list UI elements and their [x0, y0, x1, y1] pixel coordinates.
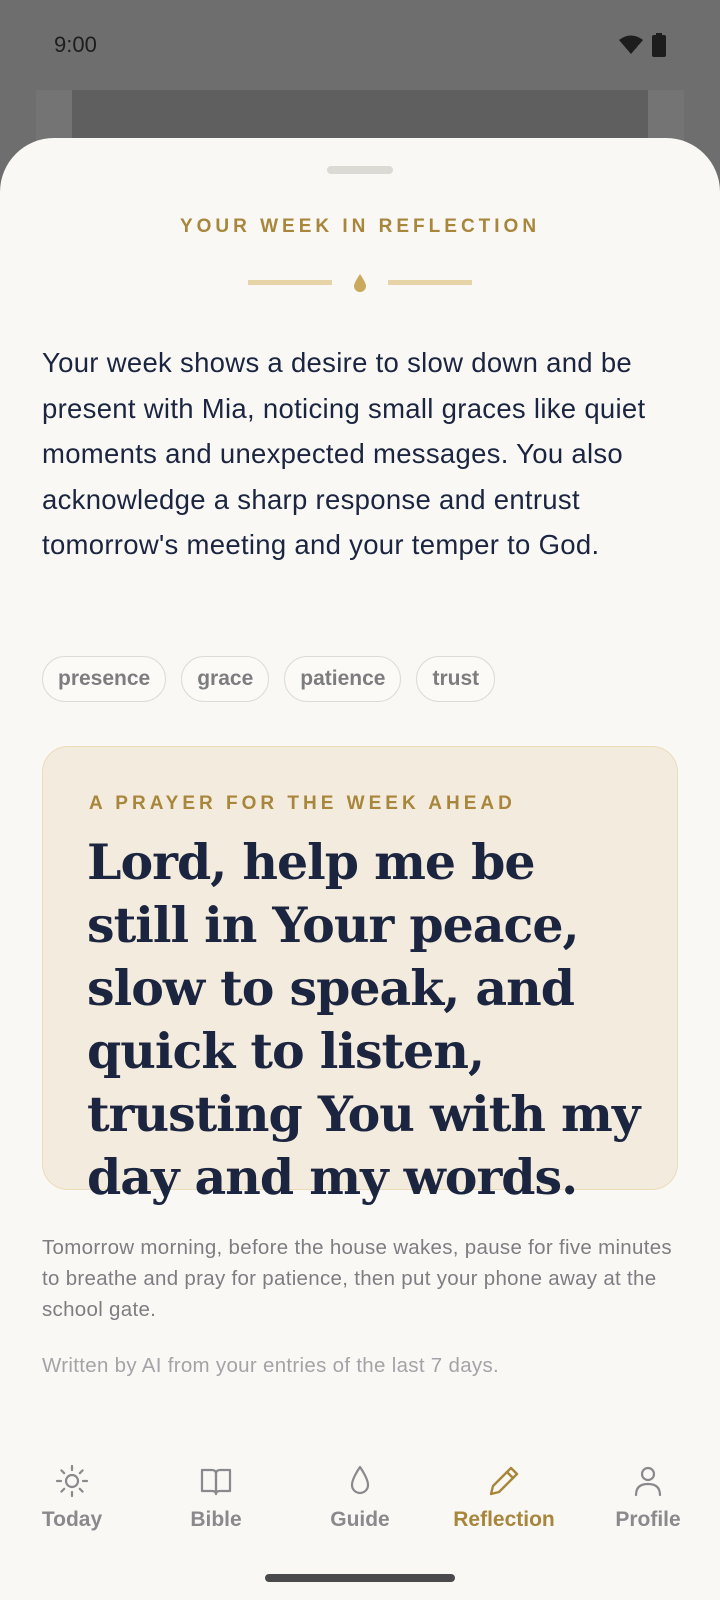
nav-label: Today	[41, 1508, 103, 1531]
nav-item-profile[interactable]: Profile	[576, 1420, 720, 1600]
prayer-card: A PRAYER FOR THE WEEK AHEAD Lord, help m…	[42, 746, 678, 1206]
drag-handle[interactable]	[327, 166, 393, 174]
tag-chip: presence	[42, 656, 167, 702]
nav-item-reflection[interactable]: Reflection	[432, 1420, 576, 1600]
sheet-title: YOUR WEEK IN REFLECTION	[179, 216, 541, 237]
sun-icon	[55, 1464, 89, 1498]
nav-label: Bible	[190, 1508, 242, 1531]
status-bar: 9:00	[0, 0, 720, 90]
pencil-icon	[489, 1466, 519, 1496]
tag-chip: trust	[416, 656, 496, 702]
prayer-label: A PRAYER FOR THE WEEK AHEAD	[89, 793, 516, 814]
ai-disclaimer: Written by AI from your entries of the l…	[42, 1354, 500, 1377]
reflection-sheet: YOUR WEEK IN REFLECTION Your week shows …	[0, 138, 720, 1600]
person-icon	[634, 1466, 662, 1497]
nav-item-today[interactable]: Today	[0, 1420, 144, 1600]
bottom-navigation: Today Bible Guide Reflection Profile	[0, 1420, 720, 1600]
book-icon	[200, 1468, 232, 1496]
nav-label: Reflection	[453, 1508, 555, 1531]
nav-item-guide[interactable]: Guide	[288, 1420, 432, 1600]
ornamental-divider	[248, 274, 472, 292]
nav-label: Profile	[615, 1508, 681, 1531]
nav-label: Guide	[330, 1508, 390, 1531]
drop-icon	[350, 1465, 370, 1495]
week-summary: Your week shows a desire to slow down an…	[42, 347, 646, 560]
battery-icon	[652, 33, 666, 57]
drop-icon	[354, 274, 366, 292]
nav-item-bible[interactable]: Bible	[144, 1420, 288, 1600]
action-suggestion: Tomorrow morning, before the house wakes…	[42, 1236, 672, 1321]
prayer-text: Lord, help me be still in Your peace, sl…	[87, 833, 640, 1206]
tag-chip: grace	[181, 656, 270, 702]
wifi-icon	[619, 35, 643, 54]
theme-tags: presence grace patience trust	[42, 656, 496, 702]
status-time: 9:00	[54, 32, 97, 57]
home-indicator[interactable]	[265, 1574, 455, 1582]
status-icons	[618, 33, 666, 57]
tag-chip: patience	[284, 656, 402, 702]
